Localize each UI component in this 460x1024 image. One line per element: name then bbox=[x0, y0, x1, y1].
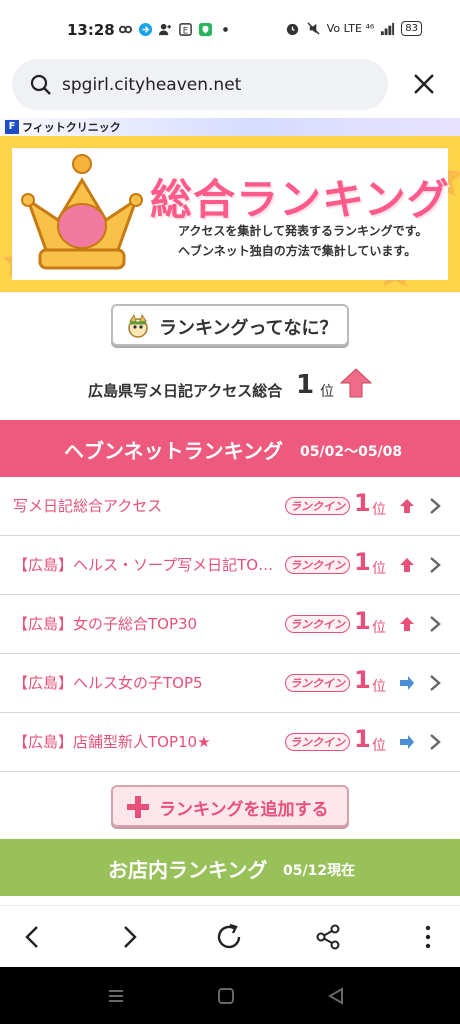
ranking-row[interactable]: 写メ日記総合アクセス ランクイン 1 位 bbox=[0, 477, 460, 536]
trend-up-icon bbox=[400, 558, 414, 572]
ranking-unit: 位 bbox=[372, 679, 386, 695]
ranking-number: 1 bbox=[354, 548, 371, 576]
home-icon[interactable] bbox=[216, 986, 236, 1006]
recents-icon[interactable] bbox=[106, 986, 126, 1006]
plus-icon bbox=[127, 796, 149, 818]
address-bar[interactable]: spgirl.cityheaven.net bbox=[12, 59, 388, 110]
trend-same-icon bbox=[400, 676, 414, 690]
link-icon bbox=[118, 25, 133, 34]
ranking-unit: 位 bbox=[372, 738, 386, 754]
heaven-ranking-header: ヘブンネットランキング 05/02〜05/08 bbox=[0, 420, 460, 477]
ranking-unit: 位 bbox=[372, 620, 386, 636]
ranking-name: 【広島】ヘルス・ソープ写メ日記TOP5 bbox=[13, 556, 275, 574]
ranking-number: 1 bbox=[354, 725, 371, 753]
ranking-unit: 位 bbox=[372, 502, 386, 518]
chevron-right-icon bbox=[430, 498, 441, 514]
close-icon[interactable] bbox=[410, 70, 438, 98]
mute-icon bbox=[307, 22, 320, 35]
page-title: 総合ランキング bbox=[150, 175, 450, 224]
ranking-name: 【広島】女の子総合TOP30 bbox=[13, 615, 198, 633]
e-icon: E bbox=[179, 23, 192, 36]
rank-in-badge: ランクイン bbox=[285, 556, 350, 574]
hero-desc-line1: アクセスを集計して発表するランキングです。 bbox=[178, 224, 428, 238]
ranking-row[interactable]: 【広島】女の子総合TOP30 ランクイン 1 位 bbox=[0, 595, 460, 654]
add-person-icon bbox=[158, 23, 172, 36]
what-is-ranking-label: ランキングってなに？ bbox=[159, 318, 338, 339]
app-badge-icon bbox=[138, 22, 153, 37]
ranking-row[interactable]: 【広島】店舗型新人TOP10★ ランクイン 1 位 bbox=[0, 713, 460, 772]
chevron-right-icon bbox=[430, 734, 441, 750]
reload-icon[interactable] bbox=[214, 922, 244, 952]
trend-up-icon bbox=[400, 499, 414, 513]
crown-icon bbox=[21, 154, 143, 270]
mascot-icon bbox=[128, 313, 148, 338]
area-rank-summary: 広島県写メ日記アクセス総合 1 位 bbox=[0, 368, 460, 408]
rank-in-badge: ランクイン bbox=[285, 674, 350, 692]
hero-desc-line2: ヘブンネット独自の方法で集計しています。 bbox=[178, 244, 417, 258]
trend-up-icon bbox=[400, 617, 414, 631]
area-rank-label: 広島県写メ日記アクセス総合 bbox=[88, 382, 283, 400]
status-bar: 13:28 E Vo LTE ⁴⁶ 83 bbox=[0, 0, 460, 56]
ranking-row[interactable]: 【広島】ヘルス女の子TOP5 ランクイン 1 位 bbox=[0, 654, 460, 713]
network-label: Vo LTE ⁴⁶ bbox=[326, 22, 375, 35]
ranking-name: 写メ日記総合アクセス bbox=[13, 497, 163, 515]
trend-same-icon bbox=[400, 735, 414, 749]
shop-ranking-header: お店内ランキング 05/12現在 bbox=[0, 839, 460, 896]
url-text[interactable]: spgirl.cityheaven.net bbox=[62, 75, 241, 95]
notification-icons: E bbox=[118, 22, 233, 37]
share-icon[interactable] bbox=[313, 922, 343, 952]
clock: 13:28 bbox=[67, 21, 115, 39]
chevron-right-icon bbox=[430, 616, 441, 632]
shop-ranking-date: 05/12現在 bbox=[283, 863, 356, 879]
rank-in-badge: ランクイン bbox=[285, 733, 350, 751]
ad-banner[interactable]: F フィットクリニック bbox=[0, 118, 460, 136]
battery-indicator: 83 bbox=[401, 21, 422, 36]
add-ranking-label: ランキングを追加する bbox=[159, 800, 329, 820]
back-nav-icon[interactable] bbox=[326, 986, 346, 1006]
chevron-right-icon bbox=[430, 675, 441, 691]
alarm-icon bbox=[286, 23, 298, 36]
chevron-right-icon bbox=[430, 557, 441, 573]
heaven-ranking-title: ヘブンネットランキング bbox=[64, 439, 283, 463]
signal-icon bbox=[381, 22, 395, 36]
shield-app-icon bbox=[198, 22, 213, 37]
rank-in-badge: ランクイン bbox=[285, 497, 350, 515]
trend-up-icon bbox=[340, 368, 372, 398]
area-rank-number: 1 bbox=[296, 370, 315, 400]
shop-ranking-title: お店内ランキング bbox=[108, 858, 268, 882]
search-icon bbox=[30, 74, 51, 95]
ranking-name: 【広島】店舗型新人TOP10★ bbox=[13, 733, 211, 751]
rank-in-badge: ランクイン bbox=[285, 615, 350, 633]
dot-icon bbox=[223, 27, 228, 32]
system-navigation-bar bbox=[0, 967, 460, 1024]
forward-icon[interactable] bbox=[114, 922, 144, 952]
ranking-number: 1 bbox=[354, 607, 371, 635]
brand-logo: F フィットクリニック bbox=[5, 119, 121, 135]
svg-text:E: E bbox=[183, 25, 188, 35]
what-is-ranking-button[interactable]: ランキングってなに？ bbox=[111, 304, 349, 346]
brand-logo-mark: F bbox=[5, 120, 19, 134]
heaven-ranking-period: 05/02〜05/08 bbox=[300, 444, 403, 460]
area-rank-unit: 位 bbox=[320, 384, 334, 400]
more-icon[interactable] bbox=[413, 922, 443, 952]
ranking-unit: 位 bbox=[372, 561, 386, 577]
ranking-name: 【広島】ヘルス女の子TOP5 bbox=[13, 674, 203, 692]
ranking-number: 1 bbox=[354, 489, 371, 517]
back-icon[interactable] bbox=[18, 922, 48, 952]
hero-description: アクセスを集計して発表するランキングです。 ヘブンネット独自の方法で集計していま… bbox=[178, 221, 427, 261]
browser-toolbar bbox=[0, 905, 460, 967]
ranking-hero: 総合ランキング アクセスを集計して発表するランキングです。 ヘブンネット独自の方… bbox=[0, 136, 460, 292]
system-icons: Vo LTE ⁴⁶ 83 bbox=[285, 21, 422, 36]
ranking-row[interactable]: 【広島】ヘルス・ソープ写メ日記TOP5 ランクイン 1 位 bbox=[0, 536, 460, 595]
brand-name: フィットクリニック bbox=[22, 121, 121, 134]
add-ranking-button[interactable]: ランキングを追加する bbox=[111, 785, 349, 827]
ranking-number: 1 bbox=[354, 666, 371, 694]
